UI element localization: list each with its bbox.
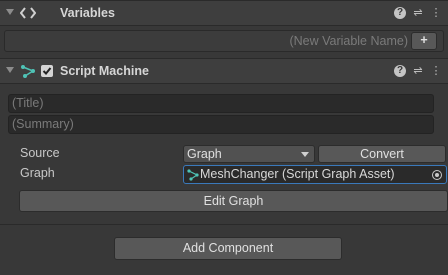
source-dropdown-value: Graph bbox=[187, 147, 222, 161]
graph-asset-field[interactable]: MeshChanger (Script Graph Asset) bbox=[183, 165, 447, 184]
chevron-down-icon bbox=[301, 152, 309, 157]
object-picker-icon[interactable] bbox=[432, 170, 442, 180]
convert-button[interactable]: Convert bbox=[318, 145, 446, 163]
graph-asset-value: MeshChanger (Script Graph Asset) bbox=[200, 167, 395, 181]
divider bbox=[0, 224, 448, 225]
help-icon[interactable]: ? bbox=[394, 65, 406, 77]
summary-input[interactable]: (Summary) bbox=[8, 115, 434, 134]
checkmark-icon bbox=[42, 67, 52, 75]
source-dropdown[interactable]: Graph bbox=[183, 145, 315, 163]
source-label: Source bbox=[20, 146, 60, 160]
edit-graph-button[interactable]: Edit Graph bbox=[19, 190, 448, 212]
enabled-checkbox[interactable] bbox=[41, 65, 53, 77]
title-input[interactable]: (Title) bbox=[8, 94, 434, 113]
foldout-arrow-icon[interactable] bbox=[6, 9, 14, 15]
more-menu-icon[interactable]: ⋮ bbox=[430, 64, 442, 78]
graph-label: Graph bbox=[20, 166, 55, 180]
help-icon[interactable]: ? bbox=[394, 7, 406, 19]
foldout-arrow-icon[interactable] bbox=[6, 67, 14, 73]
preset-icon[interactable]: ⇌ bbox=[412, 64, 424, 78]
code-brackets-icon bbox=[20, 7, 36, 19]
add-variable-button[interactable]: + bbox=[411, 32, 437, 50]
script-machine-header[interactable]: Script Machine ? ⇌ ⋮ bbox=[0, 58, 448, 84]
more-menu-icon[interactable]: ⋮ bbox=[430, 6, 442, 20]
add-component-button[interactable]: Add Component bbox=[114, 237, 342, 260]
new-variable-name-input[interactable]: (New Variable Name) bbox=[160, 32, 412, 50]
variables-header[interactable]: Variables ? ⇌ ⋮ bbox=[0, 0, 448, 26]
variables-title: Variables bbox=[60, 6, 115, 20]
script-machine-title: Script Machine bbox=[60, 64, 149, 78]
flow-graph-icon bbox=[21, 65, 35, 78]
variables-body: (New Variable Name) + bbox=[0, 26, 448, 56]
preset-icon[interactable]: ⇌ bbox=[412, 6, 424, 20]
script-graph-asset-icon bbox=[187, 169, 199, 181]
